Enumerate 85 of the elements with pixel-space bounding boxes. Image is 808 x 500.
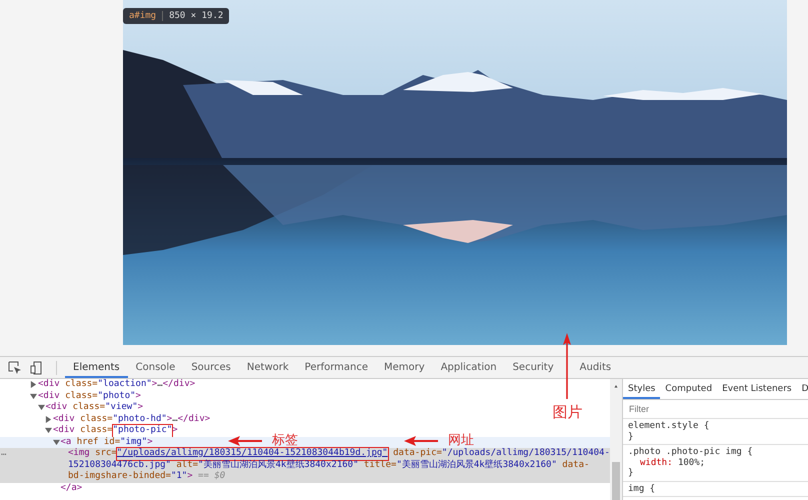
rule-close-brace: }: [628, 432, 634, 442]
attribute-value: "photo-pic": [112, 425, 172, 436]
attribute-value: "1": [170, 471, 188, 482]
style-declaration: width: 100%;: [639, 458, 706, 468]
collapsed-ellipsis: …: [157, 379, 163, 390]
scrollbar[interactable]: [610, 379, 622, 500]
dom-node-row[interactable]: <div class="photo-hd">…</div>: [0, 414, 210, 425]
tooltip-size: 850 × 19.2: [162, 11, 224, 21]
annotation-label: 图片: [552, 403, 583, 421]
styles-tab[interactable]: D: [796, 379, 808, 399]
attribute-name: bd-imgshare-binded=: [68, 471, 171, 482]
attribute-value: 152108304476cb.jpg": [68, 460, 171, 471]
html-tag: >: [147, 436, 153, 448]
attribute-name: src=: [95, 448, 117, 460]
caret-right-icon[interactable]: [45, 416, 52, 422]
attribute-name: class=: [72, 402, 106, 414]
attribute-name: alt=: [175, 460, 198, 471]
dom-node-row[interactable]: <div class="view">: [0, 402, 144, 414]
attribute-value: "/uploads/allimg/180315/110404-: [442, 448, 610, 460]
styles-tab[interactable]: Event Listeners: [717, 379, 797, 399]
attribute-name: href id=: [76, 436, 120, 448]
html-tag: <div: [38, 390, 66, 402]
html-tag: </a>: [60, 482, 82, 494]
devtools-tab[interactable]: Audits: [572, 357, 620, 378]
attribute-value: "美丽雪山湖泊风景4k壁纸3840x2160": [198, 460, 358, 471]
attribute-link[interactable]: "/uploads/allimg/180315/110404-1521083044b19d.jpg": [116, 448, 388, 460]
devtools-tab[interactable]: Performance: [296, 357, 376, 378]
html-tag: <img: [68, 448, 96, 460]
attribute-name: title=: [362, 460, 396, 471]
styles-tab[interactable]: Computed: [660, 379, 718, 399]
collapsed-ellipsis: …: [172, 414, 178, 425]
html-tag: <a: [60, 436, 77, 448]
rule-selector: .photo .photo-pic img {: [628, 447, 754, 458]
html-tag: <div: [53, 425, 80, 436]
tooltip-selector: a#img: [129, 11, 156, 21]
caret-right-icon[interactable]: [30, 381, 37, 388]
devtools-tab[interactable]: Memory: [376, 357, 433, 378]
html-tag: <div: [53, 414, 80, 425]
attribute-name: class=: [65, 390, 98, 402]
html-tag: </div>: [162, 379, 196, 390]
devtools-tab[interactable]: Application: [432, 357, 505, 378]
devtools-tab[interactable]: Console: [128, 357, 184, 378]
selected-node-marker: …: [1, 448, 6, 460]
arrow-left-icon: [404, 436, 438, 446]
html-tag: >: [138, 402, 144, 414]
inspect-icon[interactable]: [8, 360, 22, 374]
attribute-name: data-: [561, 460, 590, 471]
rule-selector: element.style {: [628, 421, 710, 432]
attribute-value: "img": [120, 436, 148, 448]
html-tag: >: [166, 414, 172, 425]
arrow-up-icon: [562, 333, 571, 399]
devtools-tab[interactable]: Security: [504, 357, 562, 378]
scrollbar-thumb[interactable]: [612, 462, 620, 500]
attribute-name: data-pic=: [392, 448, 442, 460]
scroll-up-icon[interactable]: [613, 385, 619, 388]
attribute-name: class=: [80, 425, 113, 436]
attribute-name: class=: [80, 414, 113, 425]
caret-down-icon[interactable]: [52, 438, 60, 446]
html-tag: </div>: [178, 414, 210, 425]
caret-down-icon[interactable]: [38, 404, 44, 411]
attribute-value: "view": [105, 402, 138, 414]
caret-down-icon[interactable]: [30, 392, 37, 400]
dom-node-row[interactable]: <div class="photo">: [0, 390, 141, 402]
devtools-tab[interactable]: Network: [238, 357, 297, 378]
html-tag: >: [136, 390, 141, 402]
dom-node-row[interactable]: </a>: [0, 482, 82, 494]
dom-node-row[interactable]: <div class="loaction">…</div>: [0, 379, 196, 390]
dom-node-row[interactable]: [0, 448, 610, 482]
arrow-left-icon: [228, 436, 262, 446]
caret-down-icon[interactable]: [45, 427, 52, 434]
attribute-value: "美丽雪山湖泊风景4k壁纸3840x2160": [396, 460, 557, 471]
selected-node-note: == $0: [197, 471, 226, 482]
attribute-value: "photo-hd": [112, 414, 167, 425]
device-icon[interactable]: [30, 360, 44, 374]
attribute-name: class=: [65, 379, 98, 390]
attribute-value: "loaction": [98, 379, 152, 390]
rule-selector: img {: [628, 484, 656, 494]
html-tag: <div: [38, 379, 66, 390]
attribute-value: "photo": [98, 390, 136, 402]
html-tag: >: [152, 379, 158, 390]
html-tag: >: [187, 471, 193, 482]
html-tag: <div: [46, 402, 73, 414]
devtools-tab[interactable]: Elements: [65, 357, 128, 378]
devtools-tab[interactable]: Sources: [183, 357, 239, 378]
rule-close-brace: }: [628, 468, 634, 478]
